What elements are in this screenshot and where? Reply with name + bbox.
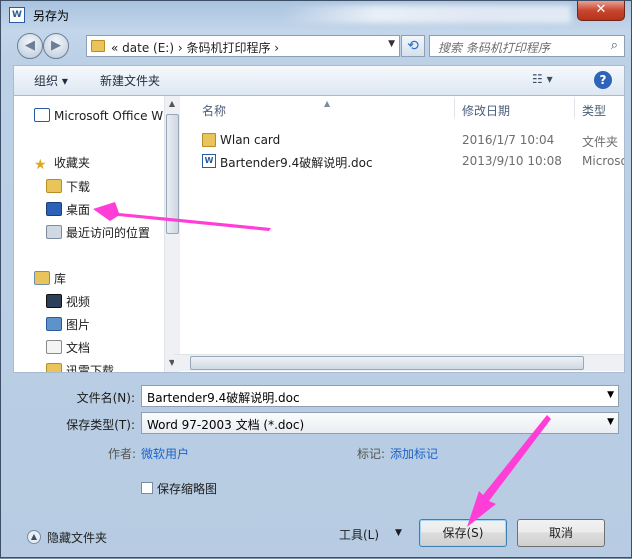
sidebar-item-thunder[interactable]: 迅雷下载 <box>46 362 114 372</box>
pictures-icon <box>46 317 62 331</box>
browser-area: Microsoft Office W ★ 收藏夹 下载 桌面 最近访问的位置 库 … <box>13 95 625 373</box>
sidebar-item-videos[interactable]: 视频 <box>46 293 90 313</box>
recent-places-icon <box>46 225 62 239</box>
sidebar-item-favorites[interactable]: ★ 收藏夹 <box>34 154 90 174</box>
filetype-value: Word 97-2003 文档 (*.doc) <box>147 418 305 432</box>
close-button[interactable]: ✕ <box>577 1 625 21</box>
file-list[interactable]: 名称 ▲ 修改日期 类型 Wlan card 2016/1/7 10:04 文件… <box>186 96 624 372</box>
navigation-pane[interactable]: Microsoft Office W ★ 收藏夹 下载 桌面 最近访问的位置 库 … <box>14 96 180 372</box>
blurred-title-region <box>281 5 571 23</box>
word-doc-icon: W <box>202 154 216 168</box>
sidebar-item-office[interactable]: Microsoft Office W <box>34 108 163 128</box>
column-header-modified[interactable]: 修改日期 <box>462 96 510 122</box>
scrollbar-thumb[interactable] <box>166 114 179 234</box>
organize-button[interactable]: 组织 ▾ <box>34 72 68 89</box>
sidebar-item-documents[interactable]: 文档 <box>46 339 90 359</box>
sidebar-item-recent[interactable]: 最近访问的位置 <box>46 224 150 244</box>
search-icon[interactable]: ⌕ <box>611 38 618 53</box>
file-row[interactable]: W Bartender9.4破解说明.doc 2013/9/10 10:08 M… <box>186 151 624 173</box>
filetype-label: 保存类型(T): <box>66 418 135 432</box>
help-icon[interactable]: ? <box>594 71 612 89</box>
desktop-icon <box>46 202 62 216</box>
hide-folders-button[interactable]: 隐藏文件夹 <box>47 529 107 546</box>
author-value[interactable]: 微软用户 <box>141 445 189 462</box>
filename-value: Bartender9.4破解说明.doc <box>147 391 300 405</box>
scroll-up-icon[interactable]: ▲ <box>165 99 179 108</box>
scrollbar-thumb[interactable] <box>190 356 584 370</box>
address-bar[interactable]: « date (E:) › 条码机打印程序 › ▼ <box>86 35 400 57</box>
sort-ascending-icon: ▲ <box>324 99 331 108</box>
folder-icon <box>91 40 105 52</box>
save-button[interactable]: 保存(S) <box>419 519 507 547</box>
video-icon <box>46 294 62 308</box>
documents-icon <box>46 340 62 354</box>
back-button[interactable]: ◀ <box>17 33 43 59</box>
chevron-up-icon[interactable]: ▲ <box>27 530 41 544</box>
filetype-select[interactable]: Word 97-2003 文档 (*.doc) ▼ <box>141 412 619 434</box>
dialog-footer: ▲ 隐藏文件夹 工具(L) ▼ 保存(S) 取消 <box>13 513 625 553</box>
title-bar: W 另存为 ✕ <box>1 1 632 29</box>
sidebar-item-libraries[interactable]: 库 <box>34 270 66 290</box>
filename-label: 文件名(N): <box>76 391 135 405</box>
search-input[interactable]: 搜索 条码机打印程序 ⌕ <box>429 35 625 57</box>
chevron-down-icon[interactable]: ▼ <box>607 390 614 400</box>
cancel-button[interactable]: 取消 <box>517 519 605 547</box>
forward-button[interactable]: ▶ <box>43 33 69 59</box>
thunder-folder-icon <box>46 363 62 372</box>
column-header-name[interactable]: 名称 <box>202 96 226 122</box>
search-placeholder: 搜索 条码机打印程序 <box>438 41 550 55</box>
word-doc-icon <box>34 108 50 122</box>
tags-value[interactable]: 添加标记 <box>390 445 438 462</box>
nav-pane-scrollbar[interactable]: ▲ ▼ <box>164 96 180 372</box>
navigation-bar: ◀ ▶ « date (E:) › 条码机打印程序 › ▼ ⟲ 搜索 条码机打印… <box>13 33 625 59</box>
breadcrumb[interactable]: « date (E:) › 条码机打印程序 › <box>111 39 279 56</box>
tags-label: 标记: <box>357 447 386 461</box>
author-label: 作者: <box>108 447 137 461</box>
sidebar-item-pictures[interactable]: 图片 <box>46 316 90 336</box>
library-icon <box>34 271 50 285</box>
command-toolbar: 组织 ▾ 新建文件夹 ☷ ▾ ? <box>13 65 625 95</box>
save-thumbnail-checkbox[interactable] <box>141 482 153 494</box>
column-header-type[interactable]: 类型 <box>582 96 606 122</box>
filename-field[interactable]: Bartender9.4破解说明.doc ▼ <box>141 385 619 407</box>
chevron-down-icon[interactable]: ▼ <box>388 39 395 49</box>
column-divider[interactable] <box>574 98 575 118</box>
column-divider[interactable] <box>454 98 455 118</box>
sidebar-item-desktop[interactable]: 桌面 <box>46 201 90 221</box>
new-folder-button[interactable]: 新建文件夹 <box>100 72 160 89</box>
word-app-icon: W <box>9 7 25 23</box>
view-options-button[interactable]: ☷ ▾ <box>532 72 553 86</box>
folder-icon <box>202 133 216 147</box>
file-list-scrollbar[interactable] <box>174 354 624 371</box>
file-row[interactable]: Wlan card 2016/1/7 10:04 文件夹 <box>186 130 624 152</box>
download-folder-icon <box>46 179 62 193</box>
window-title: 另存为 <box>33 9 70 23</box>
save-thumbnail-label[interactable]: 保存缩略图 <box>157 480 217 497</box>
star-icon: ★ <box>34 157 47 173</box>
chevron-down-icon[interactable]: ▼ <box>395 528 402 538</box>
save-as-dialog: W 另存为 ✕ ◀ ▶ « date (E:) › 条码机打印程序 › ▼ ⟲ … <box>0 0 632 558</box>
chevron-down-icon[interactable]: ▼ <box>607 417 614 427</box>
refresh-button[interactable]: ⟲ <box>401 35 425 57</box>
sidebar-item-downloads[interactable]: 下载 <box>46 178 90 198</box>
tools-menu-button[interactable]: 工具(L) <box>339 526 379 543</box>
